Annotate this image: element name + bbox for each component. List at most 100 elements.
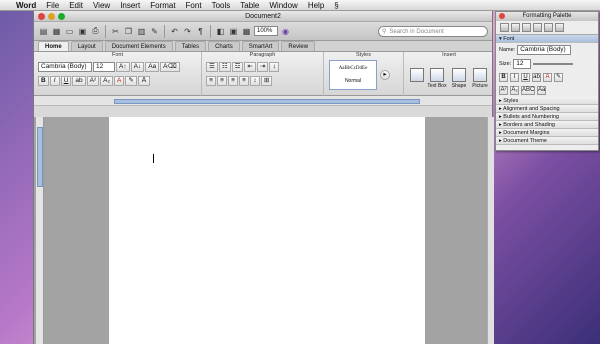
search-document-field[interactable]: ⚲ Search in Document [378,26,488,37]
document-page[interactable] [109,117,425,344]
scrapbook-icon[interactable] [533,23,542,32]
tab-home[interactable]: Home [38,41,69,51]
object-palette-icon[interactable] [511,23,520,32]
redo-icon[interactable]: ↷ [182,26,193,37]
print-icon[interactable]: ⎙ [90,26,101,37]
underline-button[interactable]: U [60,76,72,86]
palette-font-name-field[interactable]: Cambria (Body) [517,45,572,55]
palette-close-icon[interactable] [499,13,505,19]
palette-subscript-icon[interactable]: A₂ [510,86,519,95]
palette-font-section[interactable]: ▾ Font [496,35,598,43]
vertical-ruler[interactable] [36,117,44,344]
line-spacing-icon[interactable]: ↕ [250,76,260,86]
text-effects-icon[interactable]: Ａ [137,76,151,86]
numbering-icon[interactable]: ☷ [218,62,231,72]
reference-tools-icon[interactable] [544,23,553,32]
tab-document-elements[interactable]: Document Elements [104,41,173,51]
bold-button[interactable]: B [38,76,49,86]
tab-charts[interactable]: Charts [208,41,240,51]
text-box-button[interactable]: Text Box [427,68,447,94]
palette-strikethrough-icon[interactable]: ab [532,73,541,82]
ruler-margin-bar[interactable] [114,99,420,104]
borders-icon[interactable]: ⊞ [261,76,273,86]
window-titlebar[interactable]: Document2 [34,11,492,22]
palette-bold-button[interactable]: B [499,73,508,82]
align-center-icon[interactable]: ≡ [217,76,227,86]
palette-bullets-section[interactable]: ▸ Bullets and Numbering [496,113,598,121]
new-document-icon[interactable]: ▤ [38,26,49,37]
paragraph-marks-icon[interactable]: ¶ [195,26,206,37]
palette-alignment-section[interactable]: ▸ Alignment and Spacing [496,105,598,113]
menu-format[interactable]: Format [145,1,180,10]
sidebar-icon[interactable]: ◧ [215,26,226,37]
zoom-window-icon[interactable] [58,13,65,20]
subscript-icon[interactable]: A₂ [100,76,113,86]
wordart-button[interactable] [407,68,427,94]
menu-edit[interactable]: Edit [64,1,88,10]
menu-view[interactable]: View [88,1,115,10]
shape-button[interactable]: Shape [449,68,469,94]
citations-icon[interactable] [522,23,531,32]
palette-italic-button[interactable]: I [510,73,519,82]
change-case-icon[interactable]: Aa [145,62,160,72]
cut-icon[interactable]: ✂ [110,26,121,37]
menu-font[interactable]: Font [181,1,207,10]
media-browser-icon[interactable]: ▦ [241,26,252,37]
paste-icon[interactable]: ▥ [136,26,147,37]
align-left-icon[interactable]: ≡ [206,76,216,86]
palette-underline-button[interactable]: U [521,73,530,82]
menu-app-word[interactable]: Word [11,1,41,10]
font-name-field[interactable]: Cambria (Body) [38,62,92,72]
menu-file[interactable]: File [41,1,64,10]
minimize-window-icon[interactable] [48,13,55,20]
menu-window[interactable]: Window [264,1,302,10]
undo-icon[interactable]: ↶ [169,26,180,37]
justify-icon[interactable]: ≡ [239,76,249,86]
align-right-icon[interactable]: ≡ [228,76,238,86]
palette-abc-button[interactable]: ABC [521,86,535,95]
palette-highlight-icon[interactable]: ✎ [554,73,563,82]
close-window-icon[interactable] [38,13,45,20]
help-icon[interactable]: ◉ [280,26,291,37]
formatting-palette-icon[interactable] [500,23,509,32]
compatibility-icon[interactable] [555,23,564,32]
menu-table[interactable]: Table [235,1,264,10]
horizontal-ruler[interactable] [34,96,492,106]
palette-size-slider[interactable] [533,63,574,65]
bullets-icon[interactable]: ☰ [206,62,218,72]
palette-borders-section[interactable]: ▸ Borders and Shading [496,121,598,129]
grow-font-icon[interactable]: A↑ [116,62,130,72]
strikethrough-icon[interactable]: ab [72,76,86,86]
vertical-scrollbar[interactable] [487,117,494,344]
picture-button[interactable]: Picture [470,68,490,94]
script-menu-icon[interactable]: § [329,1,343,10]
decrease-indent-icon[interactable]: ⇤ [244,62,256,72]
palette-styles-section[interactable]: ▸ Styles [496,97,598,105]
tab-smartart[interactable]: SmartArt [241,41,280,51]
italic-button[interactable]: I [49,76,60,86]
format-painter-icon[interactable]: ✎ [149,26,160,37]
palette-font-size-field[interactable]: 12 [513,59,532,69]
templates-icon[interactable]: ▦ [51,26,62,37]
palette-superscript-icon[interactable]: A² [499,86,508,95]
tab-review[interactable]: Review [281,41,316,51]
highlight-icon[interactable]: ✎ [125,76,137,86]
palette-theme-section[interactable]: ▸ Document Theme [496,137,598,145]
font-color-button[interactable]: A [114,76,125,86]
palette-font-color-button[interactable]: A [543,73,552,82]
menu-insert[interactable]: Insert [115,1,145,10]
palette-margins-section[interactable]: ▸ Document Margins [496,129,598,137]
multilevel-list-icon[interactable]: ☲ [231,62,244,72]
save-icon[interactable]: ▣ [77,26,88,37]
toolbox-icon[interactable]: ▣ [228,26,239,37]
styles-next-icon[interactable]: ▸ [380,70,390,80]
increase-indent-icon[interactable]: ⇥ [256,62,269,72]
superscript-icon[interactable]: A² [86,76,100,86]
sort-icon[interactable]: ↕ [269,62,280,72]
menu-tools[interactable]: Tools [207,1,236,10]
zoom-field[interactable]: 100% [254,26,278,36]
palette-case-icon[interactable]: Aa [537,86,546,95]
menu-help[interactable]: Help [303,1,329,10]
palette-titlebar[interactable]: Formatting Palette [496,12,598,21]
font-size-field[interactable]: 12 [93,62,115,72]
